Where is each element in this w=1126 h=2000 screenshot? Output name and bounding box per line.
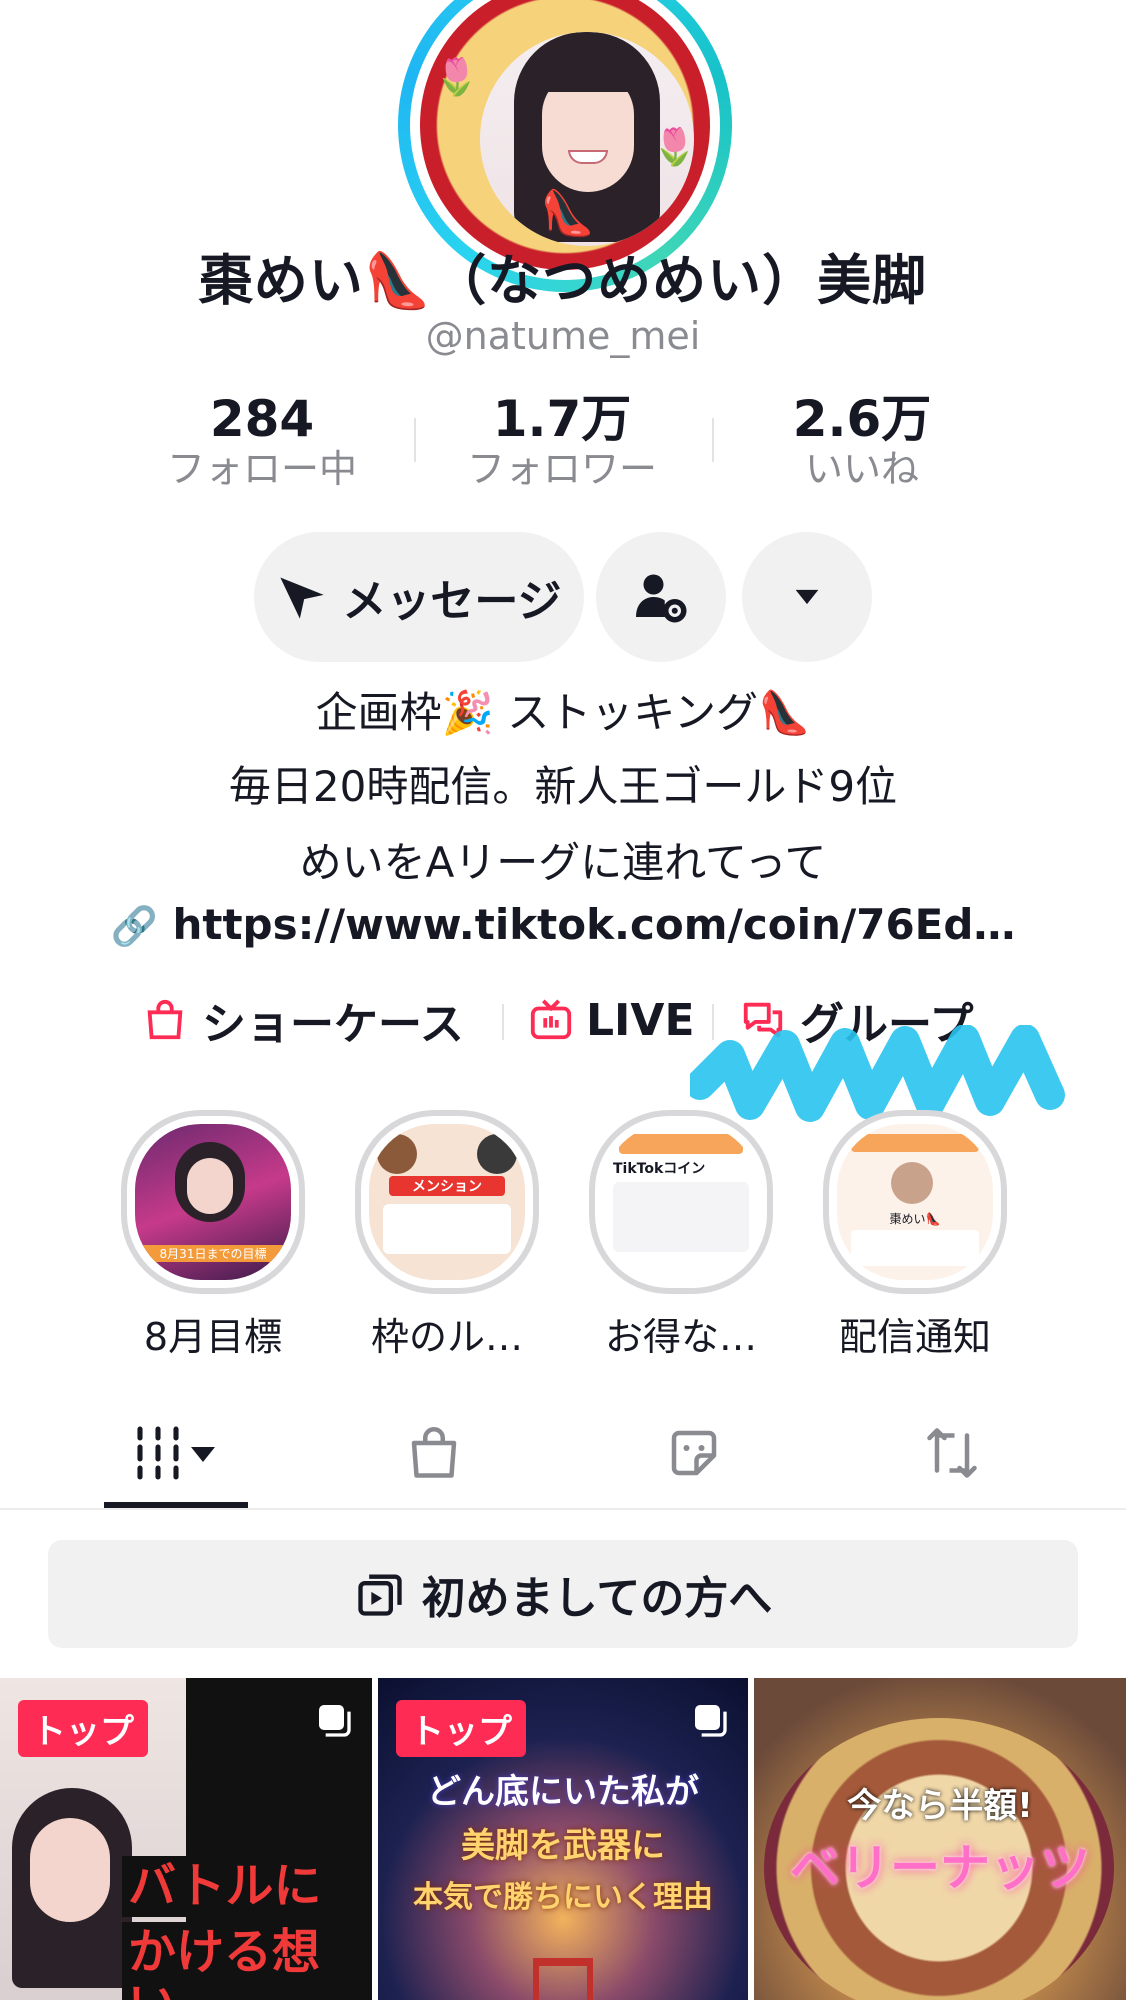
tv-icon — [530, 999, 572, 1040]
highlight-item[interactable]: TikTokコイン お得な… — [586, 1110, 776, 1361]
send-icon — [280, 577, 325, 619]
stat-following[interactable]: 284 フォロー中 — [132, 392, 392, 493]
message-button-label: メッセージ — [342, 576, 562, 627]
highlight-label: 8月目標 — [143, 1315, 283, 1359]
tab-stickers[interactable] — [624, 1418, 764, 1488]
high-heel-icon: 👠 — [540, 188, 595, 239]
live-tab-label: LIVE — [586, 994, 695, 1046]
showcase-tab-label: ショーケース — [202, 999, 464, 1050]
stat-following-label: フォロー中 — [166, 447, 357, 491]
video-thumbnail[interactable]: トップ バトルに かける想い — [0, 1678, 372, 2000]
torii-gate-icon — [533, 1958, 593, 2000]
bio-link-text: https://www.tiktok.com/coin/76Ed… — [172, 900, 1016, 949]
video-caption: バトルに — [122, 1856, 328, 1917]
link-icon: 🔗 — [110, 904, 158, 948]
playlist-button[interactable]: 初めましての方へ — [48, 1540, 1078, 1648]
divider — [502, 1004, 504, 1040]
divider — [0, 1508, 1126, 1510]
caret-down-icon — [795, 589, 819, 605]
video-thumbnail[interactable]: トップ どん底にいた私が 美脚を武器に 本気で勝ちにいく理由 — [378, 1678, 748, 2000]
multi-photo-icon — [695, 1705, 727, 1737]
stat-likes-count: 2.6万 — [792, 390, 932, 448]
video-thumbnail[interactable]: 今なら半額! ベリーナッツ — [754, 1678, 1126, 2000]
stat-following-count: 284 — [209, 390, 315, 448]
more-options-button[interactable] — [742, 532, 872, 662]
highlight-cover-text: メンション — [389, 1176, 505, 1196]
stat-followers[interactable]: 1.7万 フォロワー — [432, 392, 692, 493]
video-caption: 本気で勝ちにいく理由 — [413, 1880, 713, 1915]
video-caption: 今なら半額! — [847, 1786, 1033, 1826]
video-caption: 美脚を武器に — [461, 1826, 665, 1866]
message-button[interactable]: メッセージ — [254, 532, 584, 662]
bio-line: 企画枠🎉 ストッキング👠 — [315, 688, 811, 737]
profile-name: 棗めい👠（なつめめい）美脚 — [198, 249, 928, 312]
top-badge: トップ — [396, 1700, 526, 1757]
live-tab[interactable]: LIVE — [528, 990, 695, 1050]
grid-videos-icon — [137, 1426, 215, 1480]
stat-likes-label: いいね — [804, 447, 919, 491]
tab-reposts[interactable] — [882, 1418, 1022, 1488]
add-friend-settings-icon — [636, 574, 687, 623]
stat-likes[interactable]: 2.6万 いいね — [732, 392, 992, 493]
highlight-item[interactable]: メンション 枠のル… — [352, 1110, 542, 1361]
tab-videos[interactable] — [106, 1418, 246, 1488]
highlight-label: お得な… — [604, 1315, 757, 1359]
highlight-cover-text: 8月31日までの目標 — [139, 1245, 287, 1262]
multi-photo-icon — [319, 1705, 351, 1737]
highlight-label: 配信通知 — [838, 1315, 991, 1359]
bio-line: 毎日20時配信。新人王ゴールド9位 — [228, 762, 898, 811]
highlight-cover: TikTokコイン — [603, 1124, 759, 1280]
bio-line: めいをAリーグに連れてって — [299, 838, 827, 887]
tab-shop[interactable] — [364, 1418, 504, 1488]
tulip-icon: 🌷 — [652, 127, 697, 168]
highlight-cover: メンション — [369, 1124, 525, 1280]
highlight-cover: 棗めい👠 — [837, 1124, 993, 1280]
highlight-cover: 8月31日までの目標 — [135, 1124, 291, 1280]
video-caption: どん底にいた私が — [427, 1772, 699, 1812]
profile-handle: @natume_mei — [425, 314, 701, 358]
stat-followers-count: 1.7万 — [492, 390, 632, 448]
video-caption: かける想い — [122, 1922, 372, 2000]
repost-icon — [927, 1428, 977, 1478]
sticker-icon — [671, 1430, 717, 1476]
add-friend-settings-button[interactable] — [596, 532, 726, 662]
top-badge: トップ — [18, 1700, 148, 1757]
divider — [414, 418, 416, 462]
shopping-bag-icon — [147, 999, 183, 1040]
highlight-item[interactable]: 棗めい👠 配信通知 — [820, 1110, 1010, 1361]
highlight-cover-text: TikTokコイン — [613, 1161, 706, 1177]
video-caption: ベリーナッツ — [790, 1839, 1090, 1897]
showcase-tab[interactable]: ショーケース — [142, 990, 464, 1050]
bio-link[interactable]: 🔗 https://www.tiktok.com/coin/76Ed… — [0, 900, 1126, 949]
highlight-label: 枠のル… — [370, 1315, 523, 1359]
stat-followers-label: フォロワー — [466, 447, 657, 491]
highlight-cover-text: 棗めい👠 — [889, 1212, 941, 1226]
tulip-icon: 🌷 — [434, 57, 479, 98]
playlist-label: 初めましての方へ — [421, 1573, 773, 1624]
divider — [712, 418, 714, 462]
shop-bag-icon — [411, 1427, 457, 1478]
highlight-item[interactable]: 8月31日までの目標 8月目標 — [118, 1110, 308, 1361]
playlist-icon — [357, 1574, 402, 1616]
